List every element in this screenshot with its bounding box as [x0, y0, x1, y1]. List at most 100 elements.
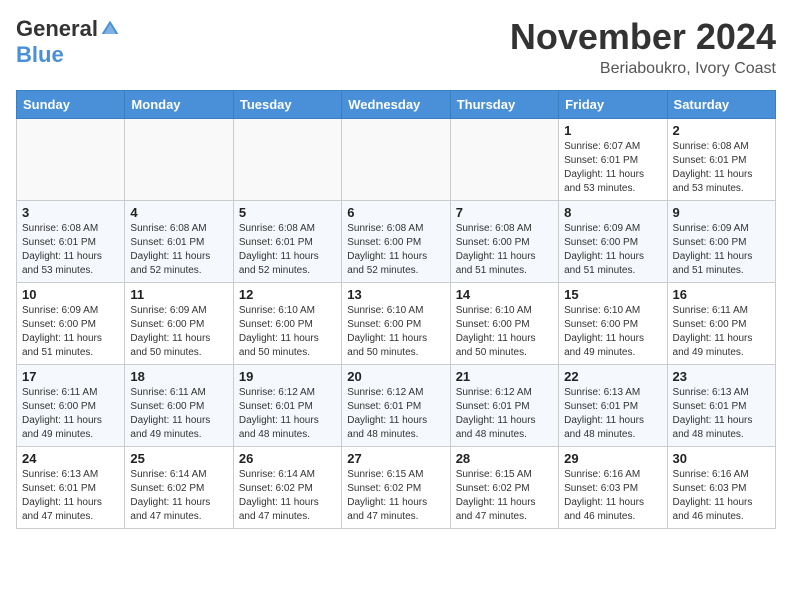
calendar-week-row: 10 Sunrise: 6:09 AM Sunset: 6:00 PM Dayli…: [17, 283, 776, 365]
day-number: 23: [673, 369, 770, 384]
page-header: General Blue November 2024 Beriaboukro, …: [16, 16, 776, 78]
calendar-week-row: 1 Sunrise: 6:07 AM Sunset: 6:01 PM Daylig…: [17, 119, 776, 201]
calendar-cell: 28Sunrise: 6:15 AM Sunset: 6:02 PM Dayli…: [450, 447, 558, 529]
logo: General Blue: [16, 16, 120, 68]
weekday-header-friday: Friday: [559, 91, 667, 119]
day-info: Sunrise: 6:08 AM Sunset: 6:01 PM Dayligh…: [22, 222, 119, 278]
day-number: 8: [564, 205, 661, 220]
calendar-cell: [233, 119, 341, 201]
calendar-cell: 20 Sunrise: 6:12 AM Sunset: 6:01 PM Dayli…: [342, 365, 450, 447]
day-info: Sunrise: 6:09 AM Sunset: 6:00 PM Dayligh…: [130, 304, 227, 360]
weekday-header-sunday: Sunday: [17, 91, 125, 119]
day-number: 11: [130, 287, 227, 302]
day-info: Sunrise: 6:08 AM Sunset: 6:00 PM Dayligh…: [456, 222, 553, 278]
calendar-cell: 8 Sunrise: 6:09 AM Sunset: 6:00 PM Daylig…: [559, 201, 667, 283]
day-info: Sunrise: 6:16 AM Sunset: 6:03 PM Dayligh…: [673, 468, 770, 524]
day-info: Sunrise: 6:13 AM Sunset: 6:01 PM Dayligh…: [564, 386, 661, 442]
day-info: Sunrise: 6:11 AM Sunset: 6:00 PM Dayligh…: [130, 386, 227, 442]
day-info: Sunrise: 6:15 AM Sunset: 6:02 PM Dayligh…: [347, 468, 444, 524]
day-number: 20: [347, 369, 444, 384]
day-info: Sunrise: 6:12 AM Sunset: 6:01 PM Dayligh…: [347, 386, 444, 442]
day-info: Sunrise: 6:08 AM Sunset: 6:01 PM Dayligh…: [239, 222, 336, 278]
calendar-cell: 9 Sunrise: 6:09 AM Sunset: 6:00 PM Daylig…: [667, 201, 775, 283]
day-number: 9: [673, 205, 770, 220]
logo-general-text: General: [16, 16, 98, 42]
title-block: November 2024 Beriaboukro, Ivory Coast: [510, 16, 776, 78]
day-number: 10: [22, 287, 119, 302]
day-number: 30: [673, 451, 770, 466]
day-number: 17: [22, 369, 119, 384]
day-info: Sunrise: 6:08 AM Sunset: 6:01 PM Dayligh…: [130, 222, 227, 278]
calendar-cell: 19 Sunrise: 6:12 AM Sunset: 6:01 PM Dayli…: [233, 365, 341, 447]
calendar-week-row: 3 Sunrise: 6:08 AM Sunset: 6:01 PM Daylig…: [17, 201, 776, 283]
logo-blue-text: Blue: [16, 42, 64, 68]
day-number: 5: [239, 205, 336, 220]
day-info: Sunrise: 6:14 AM Sunset: 6:02 PM Dayligh…: [130, 468, 227, 524]
day-number: 7: [456, 205, 553, 220]
day-number: 6: [347, 205, 444, 220]
day-info: Sunrise: 6:10 AM Sunset: 6:00 PM Dayligh…: [347, 304, 444, 360]
calendar-cell: [125, 119, 233, 201]
day-info: Sunrise: 6:10 AM Sunset: 6:00 PM Dayligh…: [564, 304, 661, 360]
day-number: 21: [456, 369, 553, 384]
calendar-cell: 7 Sunrise: 6:08 AM Sunset: 6:00 PM Daylig…: [450, 201, 558, 283]
calendar-cell: [17, 119, 125, 201]
day-info: Sunrise: 6:13 AM Sunset: 6:01 PM Dayligh…: [22, 468, 119, 524]
day-info: Sunrise: 6:14 AM Sunset: 6:02 PM Dayligh…: [239, 468, 336, 524]
day-info: Sunrise: 6:15 AM Sunset: 6:02 PM Dayligh…: [456, 468, 553, 524]
day-number: 13: [347, 287, 444, 302]
calendar-cell: 13 Sunrise: 6:10 AM Sunset: 6:00 PM Dayli…: [342, 283, 450, 365]
calendar-cell: 27 Sunrise: 6:15 AM Sunset: 6:02 PM Dayli…: [342, 447, 450, 529]
day-number: 24: [22, 451, 119, 466]
calendar-cell: 21Sunrise: 6:12 AM Sunset: 6:01 PM Dayli…: [450, 365, 558, 447]
day-info: Sunrise: 6:12 AM Sunset: 6:01 PM Dayligh…: [239, 386, 336, 442]
day-info: Sunrise: 6:09 AM Sunset: 6:00 PM Dayligh…: [22, 304, 119, 360]
calendar-cell: 25 Sunrise: 6:14 AM Sunset: 6:02 PM Dayli…: [125, 447, 233, 529]
day-number: 3: [22, 205, 119, 220]
calendar-week-row: 24 Sunrise: 6:13 AM Sunset: 6:01 PM Dayli…: [17, 447, 776, 529]
calendar-cell: 14Sunrise: 6:10 AM Sunset: 6:00 PM Dayli…: [450, 283, 558, 365]
month-title: November 2024: [510, 16, 776, 58]
weekday-header-saturday: Saturday: [667, 91, 775, 119]
calendar-cell: 26 Sunrise: 6:14 AM Sunset: 6:02 PM Dayli…: [233, 447, 341, 529]
weekday-header-row: SundayMondayTuesdayWednesdayThursdayFrid…: [17, 91, 776, 119]
day-number: 25: [130, 451, 227, 466]
calendar-cell: 16 Sunrise: 6:11 AM Sunset: 6:00 PM Dayli…: [667, 283, 775, 365]
day-info: Sunrise: 6:11 AM Sunset: 6:00 PM Dayligh…: [673, 304, 770, 360]
calendar-cell: 22Sunrise: 6:13 AM Sunset: 6:01 PM Dayli…: [559, 365, 667, 447]
calendar-cell: 6 Sunrise: 6:08 AM Sunset: 6:00 PM Daylig…: [342, 201, 450, 283]
calendar-cell: 5 Sunrise: 6:08 AM Sunset: 6:01 PM Daylig…: [233, 201, 341, 283]
weekday-header-monday: Monday: [125, 91, 233, 119]
day-info: Sunrise: 6:07 AM Sunset: 6:01 PM Dayligh…: [564, 140, 661, 196]
calendar-cell: 17 Sunrise: 6:11 AM Sunset: 6:00 PM Dayli…: [17, 365, 125, 447]
calendar-week-row: 17 Sunrise: 6:11 AM Sunset: 6:00 PM Dayli…: [17, 365, 776, 447]
calendar-cell: 10 Sunrise: 6:09 AM Sunset: 6:00 PM Dayli…: [17, 283, 125, 365]
day-info: Sunrise: 6:08 AM Sunset: 6:01 PM Dayligh…: [673, 140, 770, 196]
day-info: Sunrise: 6:08 AM Sunset: 6:00 PM Dayligh…: [347, 222, 444, 278]
day-number: 18: [130, 369, 227, 384]
day-number: 4: [130, 205, 227, 220]
day-number: 12: [239, 287, 336, 302]
day-number: 16: [673, 287, 770, 302]
day-number: 26: [239, 451, 336, 466]
day-info: Sunrise: 6:09 AM Sunset: 6:00 PM Dayligh…: [564, 222, 661, 278]
calendar-cell: 11 Sunrise: 6:09 AM Sunset: 6:00 PM Dayli…: [125, 283, 233, 365]
location-title: Beriaboukro, Ivory Coast: [510, 60, 776, 78]
day-number: 27: [347, 451, 444, 466]
weekday-header-thursday: Thursday: [450, 91, 558, 119]
calendar-cell: [342, 119, 450, 201]
calendar-cell: 3 Sunrise: 6:08 AM Sunset: 6:01 PM Daylig…: [17, 201, 125, 283]
calendar-cell: 4 Sunrise: 6:08 AM Sunset: 6:01 PM Daylig…: [125, 201, 233, 283]
day-number: 1: [564, 123, 661, 138]
day-number: 2: [673, 123, 770, 138]
day-info: Sunrise: 6:10 AM Sunset: 6:00 PM Dayligh…: [456, 304, 553, 360]
day-number: 19: [239, 369, 336, 384]
weekday-header-wednesday: Wednesday: [342, 91, 450, 119]
calendar-cell: 23Sunrise: 6:13 AM Sunset: 6:01 PM Dayli…: [667, 365, 775, 447]
calendar-cell: 1 Sunrise: 6:07 AM Sunset: 6:01 PM Daylig…: [559, 119, 667, 201]
day-info: Sunrise: 6:11 AM Sunset: 6:00 PM Dayligh…: [22, 386, 119, 442]
day-info: Sunrise: 6:09 AM Sunset: 6:00 PM Dayligh…: [673, 222, 770, 278]
calendar-cell: [450, 119, 558, 201]
calendar-cell: 29Sunrise: 6:16 AM Sunset: 6:03 PM Dayli…: [559, 447, 667, 529]
calendar-cell: 12Sunrise: 6:10 AM Sunset: 6:00 PM Dayli…: [233, 283, 341, 365]
